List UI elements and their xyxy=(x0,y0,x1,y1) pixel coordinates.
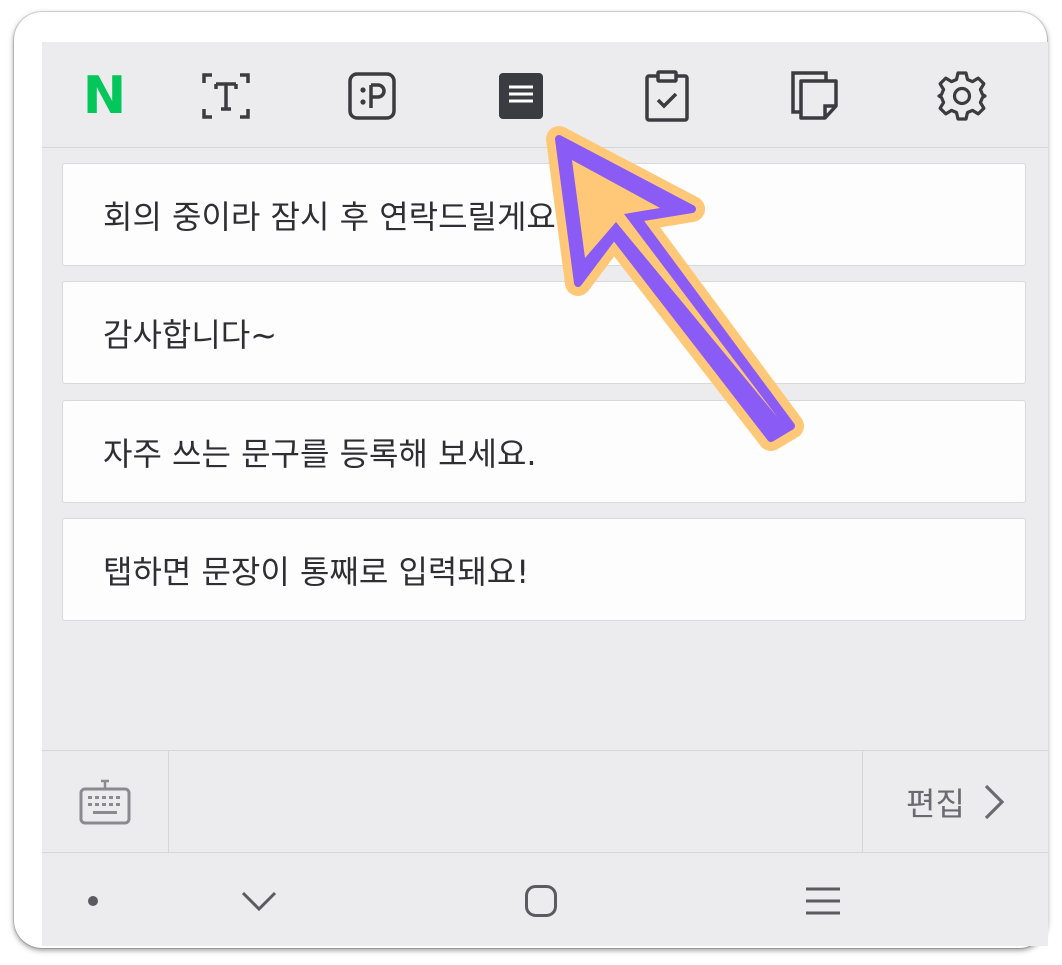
phrases-icon xyxy=(499,73,543,119)
chevron-down-icon xyxy=(241,891,277,912)
recent-apps-button[interactable] xyxy=(798,876,848,926)
home-button[interactable] xyxy=(516,876,566,926)
keyboard-icon xyxy=(79,779,131,824)
menu-icon xyxy=(806,887,840,915)
phrase-item[interactable]: 자주 쓰는 문구를 등록해 보세요. xyxy=(62,400,1026,503)
bottom-bar: 편집 xyxy=(42,750,1048,853)
tab-clipboard-icon[interactable] xyxy=(635,66,699,126)
tab-emoticon-icon[interactable] xyxy=(340,66,404,126)
text-icon xyxy=(202,73,250,119)
memo-icon xyxy=(791,71,838,120)
tab-memo-icon[interactable] xyxy=(783,66,847,126)
system-navigation-bar xyxy=(42,852,1048,946)
keyboard-switch-button[interactable] xyxy=(42,751,169,852)
tab-settings-icon[interactable] xyxy=(930,66,994,126)
chevron-right-icon xyxy=(984,784,1005,819)
edit-label: 편집 xyxy=(906,784,965,823)
naver-logo[interactable]: N xyxy=(72,66,136,126)
keyboard-dot-button[interactable] xyxy=(68,876,118,926)
settings-icon xyxy=(937,71,987,121)
phrase-item[interactable]: 탭하면 문장이 통째로 입력돼요! xyxy=(62,518,1026,621)
keyboard-toolbar: N xyxy=(42,42,1048,148)
dot-icon xyxy=(88,896,98,906)
clipboard-icon xyxy=(645,70,689,122)
hide-keyboard-button[interactable] xyxy=(234,876,284,926)
phone-frame: N 회의 중이라 잠시 후 연락드릴게요. 감사합니다~ 자주 쓰는 문구를 등… xyxy=(14,12,1048,948)
edit-button[interactable]: 편집 xyxy=(862,751,1048,852)
tab-text-icon[interactable] xyxy=(194,66,258,126)
emoticon-icon xyxy=(348,72,396,120)
phrase-item[interactable]: 감사합니다~ xyxy=(62,281,1026,384)
tab-phrases-icon[interactable] xyxy=(489,66,553,126)
phrase-item[interactable]: 회의 중이라 잠시 후 연락드릴게요. xyxy=(62,163,1026,266)
naver-logo-text: N xyxy=(82,66,127,126)
keyboard-panel: N 회의 중이라 잠시 후 연락드릴게요. 감사합니다~ 자주 쓰는 문구를 등… xyxy=(42,42,1048,946)
home-icon xyxy=(525,885,557,917)
